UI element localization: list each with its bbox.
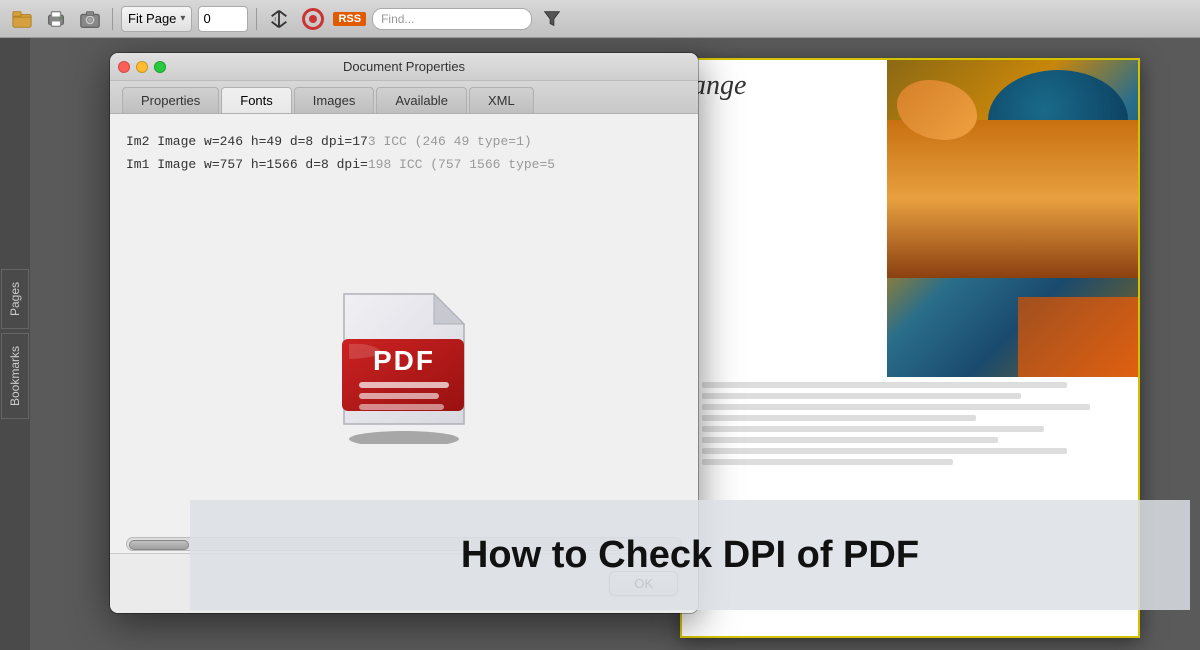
toolbar: Fit Page ▾ 0 I RSS Find... (0, 0, 1200, 38)
pdf-icon-container: PDF (304, 244, 504, 464)
tab-fonts[interactable]: Fonts (221, 87, 292, 113)
chevron-down-icon: ▾ (180, 13, 185, 24)
sidebar-tab-bookmarks[interactable]: Bookmarks (1, 333, 29, 419)
window-controls (118, 61, 166, 73)
window-close-button[interactable] (118, 61, 130, 73)
dialog-title: Document Properties (343, 59, 465, 74)
pdf-preview-area: ange (30, 38, 1200, 650)
bottom-banner: How to Check DPI of PDF (190, 500, 1190, 610)
search-input[interactable]: Find... (372, 8, 532, 30)
open-folder-icon[interactable] (8, 5, 36, 33)
tab-available[interactable]: Available (376, 87, 467, 113)
fit-page-label: Fit Page (128, 11, 176, 26)
main-area: Pages Bookmarks ange (0, 38, 1200, 650)
cursor-tool-icon[interactable]: I (265, 5, 293, 33)
separator-2 (256, 8, 257, 30)
camera-icon[interactable] (76, 5, 104, 33)
sidebar-tab-pages[interactable]: Pages (1, 269, 29, 329)
fit-page-dropdown[interactable]: Fit Page ▾ (121, 6, 192, 32)
dialog-tab-bar: Properties Fonts Images Available XML (110, 81, 698, 114)
svg-text:PDF: PDF (373, 345, 435, 376)
image-info-line-2: Im1 Image w=757 h=1566 d=8 dpi=198 ICC (… (126, 153, 682, 176)
separator-1 (112, 8, 113, 30)
funnel-icon[interactable] (538, 5, 566, 33)
print-icon[interactable] (42, 5, 70, 33)
window-minimize-button[interactable] (136, 61, 148, 73)
pdf-file-icon: PDF (324, 264, 484, 444)
banner-text: How to Check DPI of PDF (461, 534, 919, 577)
dialog-titlebar: Document Properties (110, 53, 698, 81)
pdf-food-image (887, 60, 1138, 377)
tab-images[interactable]: Images (294, 87, 375, 113)
image-info-line-1: Im2 Image w=246 h=49 d=8 dpi=173 ICC (24… (126, 130, 682, 153)
lifesaver-icon[interactable] (299, 5, 327, 33)
pdf-title-partial: ange (692, 70, 746, 102)
page-number-input[interactable]: 0 (198, 6, 248, 32)
pdf-text-lines (692, 377, 1140, 470)
svg-text:I: I (275, 16, 277, 22)
tab-xml[interactable]: XML (469, 87, 534, 113)
sidebar-tabs: Pages Bookmarks (0, 38, 30, 650)
window-maximize-button[interactable] (154, 61, 166, 73)
tab-properties[interactable]: Properties (122, 87, 219, 113)
rss-badge[interactable]: RSS (333, 12, 366, 26)
